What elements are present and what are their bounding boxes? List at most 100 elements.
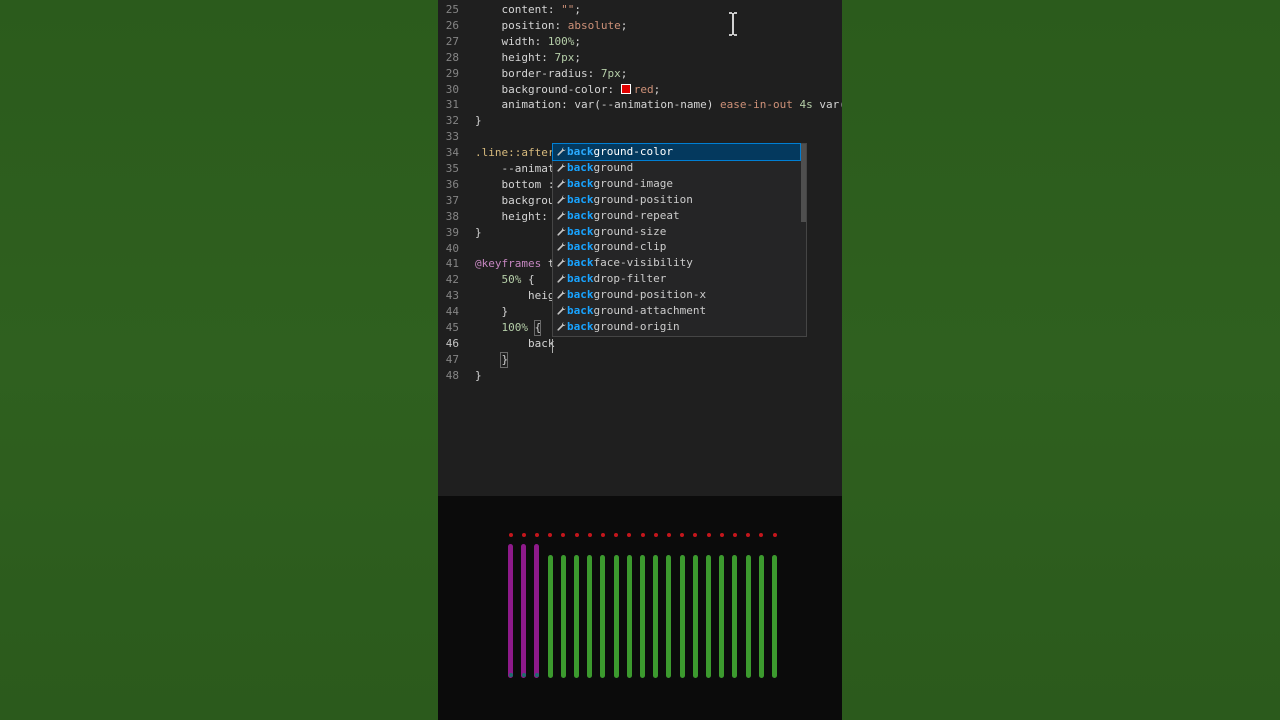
code-editor[interactable]: 48} 47 } 46 back 45 100% {44 } 43 heig 42 50%… bbox=[438, 0, 842, 496]
code-token: border-radius: bbox=[475, 66, 601, 80]
line-number: 35 bbox=[445, 162, 459, 175]
preview-top-dot bbox=[521, 533, 526, 537]
line-number: 31 bbox=[445, 98, 459, 112]
preview-top-dot bbox=[653, 533, 658, 537]
line-number: 33 bbox=[445, 130, 459, 144]
code-text: backgrou bbox=[475, 193, 554, 209]
suggestion-item[interactable]: background-repeat bbox=[553, 208, 800, 224]
code-line[interactable]: 27 width: 100%; bbox=[438, 34, 842, 50]
suggestion-item[interactable]: backdrop-filter bbox=[553, 271, 800, 287]
suggestion-item[interactable]: background-attachment bbox=[553, 303, 800, 319]
suggestion-item[interactable]: background bbox=[553, 160, 800, 176]
line-number: 34 bbox=[445, 146, 459, 160]
code-line[interactable]: 26 position: absolute; bbox=[438, 18, 842, 34]
suggestion-match-text: back bbox=[567, 160, 594, 174]
suggestion-item[interactable]: background-position-x bbox=[553, 287, 800, 303]
code-token: position: bbox=[475, 18, 568, 32]
preview-bar bbox=[758, 555, 764, 678]
code-line[interactable]: 31 animation: var(--animation-name) ease… bbox=[438, 97, 842, 113]
code-token: 7px bbox=[554, 50, 575, 64]
code-token: ; bbox=[620, 18, 628, 32]
suggestion-label: backdrop-filter bbox=[567, 271, 666, 287]
line-number: 48 bbox=[445, 368, 459, 382]
code-line[interactable]: 29 border-radius: 7px; bbox=[438, 66, 842, 82]
code-token: "" bbox=[561, 3, 575, 16]
preview-bar bbox=[706, 555, 711, 678]
preview-bottom-dot bbox=[508, 673, 513, 677]
suggestion-item[interactable]: background-position bbox=[553, 192, 800, 208]
code-token: width: bbox=[475, 34, 548, 48]
code-token: ; bbox=[574, 50, 581, 64]
wrench-icon bbox=[555, 239, 567, 255]
animation-preview bbox=[438, 496, 842, 720]
code-text: height: bbox=[475, 209, 554, 225]
wrench-icon bbox=[555, 255, 567, 271]
suggestion-rest-text: ground-position-x bbox=[593, 288, 707, 302]
line-number: 38 bbox=[445, 209, 459, 223]
preview-top-dot bbox=[548, 533, 553, 537]
preview-bottom-dot bbox=[534, 673, 539, 677]
code-token: } bbox=[475, 368, 482, 382]
preview-top-dot bbox=[534, 533, 539, 537]
preview-top-dot bbox=[666, 533, 671, 537]
suggestion-label: background-origin bbox=[567, 319, 680, 335]
code-token: .line::after bbox=[475, 146, 555, 160]
line-number: 43 bbox=[445, 289, 459, 303]
bracket-match-highlight bbox=[500, 352, 508, 368]
code-line[interactable]: 30 background-color: red; bbox=[438, 82, 842, 98]
code-text: } bbox=[475, 304, 508, 320]
autocomplete-suggestion-list[interactable]: background-color background background-ima… bbox=[552, 143, 807, 337]
preview-bar bbox=[547, 555, 553, 678]
suggestion-item[interactable]: background-origin bbox=[553, 319, 800, 335]
suggestion-item[interactable]: backface-visibility bbox=[553, 255, 800, 271]
line-number: 46 bbox=[445, 336, 459, 350]
line-number: 29 bbox=[445, 66, 459, 80]
suggestion-label: background-size bbox=[567, 224, 666, 240]
suggestion-rest-text: ground-position bbox=[593, 192, 693, 206]
suggestion-item[interactable]: background-clip bbox=[553, 239, 800, 255]
preview-bottom-dot bbox=[521, 673, 526, 677]
code-text: 100% { bbox=[475, 320, 542, 336]
wrench-icon bbox=[555, 287, 567, 303]
background-left bbox=[0, 0, 438, 720]
line-number: 41 bbox=[445, 257, 459, 271]
suggestion-scrollbar[interactable] bbox=[801, 144, 806, 222]
suggestion-match-text: back bbox=[567, 224, 594, 238]
suggestion-label: background-attachment bbox=[567, 303, 706, 319]
code-token: var(- bbox=[819, 98, 842, 112]
line-number: 26 bbox=[445, 18, 459, 32]
suggestion-item[interactable]: background-color bbox=[552, 143, 801, 161]
wrench-icon bbox=[555, 271, 567, 287]
line-number: 30 bbox=[445, 82, 459, 96]
suggestion-match-text: back bbox=[567, 145, 594, 158]
code-line[interactable]: 32} bbox=[438, 113, 842, 129]
preview-bar bbox=[574, 555, 579, 678]
line-number: 37 bbox=[445, 193, 459, 207]
code-token: ease-in-out bbox=[720, 98, 793, 112]
suggestion-item[interactable]: background-image bbox=[553, 176, 800, 192]
code-token: } bbox=[475, 225, 482, 239]
line-number: 39 bbox=[445, 225, 459, 239]
color-swatch-icon[interactable] bbox=[620, 83, 631, 94]
code-text: back bbox=[475, 336, 555, 352]
suggestion-label: background-image bbox=[567, 176, 673, 192]
preview-top-dot bbox=[693, 533, 698, 537]
code-line[interactable]: 28 height: 7px; bbox=[438, 50, 842, 66]
code-line[interactable]: 48} bbox=[438, 368, 842, 384]
code-line[interactable]: 47 } bbox=[438, 352, 842, 368]
preview-bar bbox=[626, 555, 632, 678]
suggestion-label: backface-visibility bbox=[567, 255, 693, 271]
suggestion-rest-text: face-visibility bbox=[593, 256, 693, 270]
code-line[interactable]: 46 back bbox=[438, 336, 842, 352]
suggestion-item[interactable]: background-size bbox=[553, 224, 800, 240]
suggestion-rest-text: ground-attachment bbox=[593, 304, 707, 317]
code-line[interactable]: 25 content: ""; bbox=[438, 2, 842, 18]
bracket-match-highlight bbox=[534, 320, 541, 336]
wrench-icon bbox=[555, 192, 567, 208]
code-token: --animat bbox=[475, 162, 555, 175]
code-token: } bbox=[475, 305, 509, 319]
code-text: content: ""; bbox=[475, 2, 580, 18]
preview-top-dot bbox=[600, 533, 605, 537]
